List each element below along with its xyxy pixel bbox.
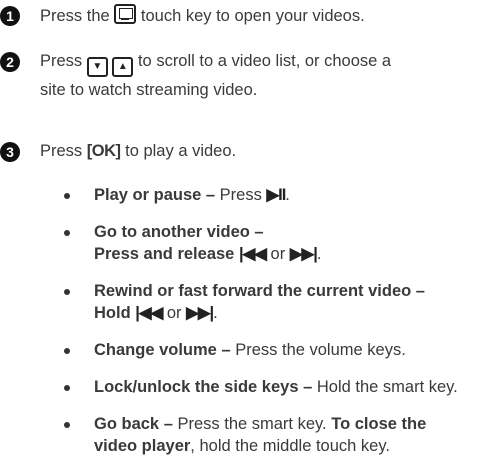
- bullet-item: Lock/unlock the side keys – Hold the sma…: [64, 376, 488, 398]
- bullet-item: Play or pause – Press ▶II.: [64, 184, 488, 206]
- bullet-dot: [64, 422, 70, 428]
- step-number: 3: [0, 142, 20, 162]
- play-pause-icon: ▶II: [266, 186, 286, 204]
- rewind-icon: |◀◀: [135, 304, 163, 322]
- ok-key-label: [OK]: [86, 142, 121, 160]
- up-arrow-key-icon: ▲: [112, 57, 134, 77]
- step-text: Press [OK] to play a video.: [40, 142, 237, 160]
- bullet-dot: [64, 289, 70, 295]
- bullet-item: Change volume – Press the volume keys.: [64, 339, 488, 361]
- bullet-item: Rewind or fast forward the current video…: [64, 280, 488, 324]
- step-number: 1: [0, 6, 20, 26]
- fast-forward-icon: ▶▶|: [186, 304, 214, 322]
- next-icon: ▶▶|: [289, 245, 318, 263]
- bullet-dot: [64, 348, 70, 354]
- bullet-item: Go back – Press the smart key. To close …: [64, 413, 488, 457]
- bullet-dot: [64, 193, 70, 199]
- previous-icon: |◀◀: [238, 245, 267, 263]
- step-text-line2: site to watch streaming video.: [40, 81, 258, 99]
- video-key-icon: [114, 4, 137, 24]
- down-arrow-key-icon: ▼: [86, 57, 108, 77]
- bullet-dot: [64, 230, 70, 236]
- bullet-list: Play or pause – Press ▶II. Go to another…: [64, 184, 488, 472]
- step-text: Press the touch key to open your videos.: [40, 4, 365, 27]
- step-text: Press ▼ ▲ to scroll to a video list, or …: [40, 50, 391, 77]
- step-number: 2: [0, 52, 20, 72]
- bullet-dot: [64, 385, 70, 391]
- bullet-item: Go to another video – Press and release …: [64, 221, 488, 265]
